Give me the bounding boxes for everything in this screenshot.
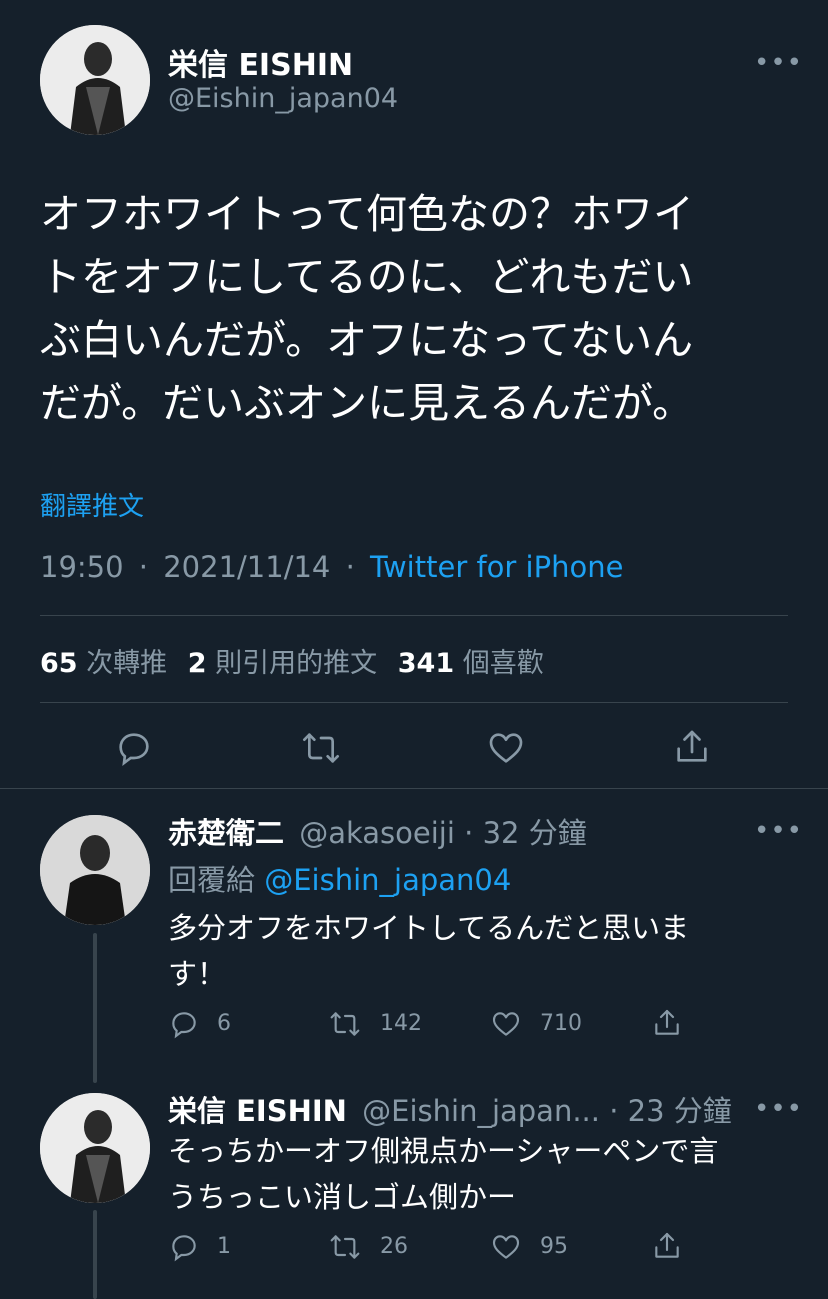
tweet-stats: 65 次轉推 2 則引用的推文 341 個喜歡: [40, 641, 544, 680]
tweet-time[interactable]: 19:50: [40, 550, 124, 584]
reply-author-name[interactable]: 栄信 EISHIN: [168, 1094, 347, 1128]
reply-text-line: す！: [168, 957, 227, 991]
reply-icon[interactable]: [114, 728, 154, 768]
reply-text-line: うちっこい消しゴム側かー: [168, 1180, 517, 1214]
tweet-text: オフホワイトって何色なの？ホワイ トをオフにしてるのに、どれもだい ぶ白いんだが…: [40, 183, 800, 435]
tweet-text-line: だが。だいぶオンに見えるんだが。: [40, 379, 694, 427]
heart-icon[interactable]: [486, 728, 526, 768]
reply-text: そっちかーオフ側視点かーシャーペンで言 うちっこい消しゴム側かー: [168, 1128, 718, 1220]
reply-icon[interactable]: [168, 1008, 200, 1040]
thread-line: [93, 1210, 97, 1299]
quotes-stat[interactable]: 2 則引用的推文: [188, 648, 386, 679]
reply-text-line: そっちかーオフ側視点かーシャーペンで言: [168, 1134, 719, 1168]
reply-header: 赤楚衛二 @akasoeiji · 32 分鐘: [168, 810, 587, 852]
divider: [0, 788, 828, 789]
likes-count: 341: [397, 648, 455, 679]
reply-to-handle[interactable]: @Eishin_japan04: [264, 863, 511, 897]
retweet-count: 142: [380, 1011, 422, 1036]
more-icon[interactable]: •••: [754, 818, 803, 844]
reply-author-name[interactable]: 赤楚衛二: [168, 816, 284, 850]
retweet-icon[interactable]: [328, 1231, 362, 1263]
quotes-count: 2: [187, 648, 207, 679]
more-icon[interactable]: •••: [754, 50, 803, 76]
divider: [40, 615, 788, 616]
more-icon[interactable]: •••: [754, 1096, 803, 1122]
share-icon[interactable]: [672, 726, 712, 768]
tweet-date[interactable]: 2021/11/14: [163, 550, 330, 584]
reply-count: 6: [217, 1011, 231, 1036]
reply-header: 栄信 EISHIN @Eishin_japan... · 23 分鐘: [168, 1088, 732, 1130]
reply-text-line: 多分オフをホワイトしてるんだと思いま: [168, 911, 690, 945]
reply-icon[interactable]: [168, 1231, 200, 1263]
reply-author-avatar[interactable]: [40, 815, 150, 925]
thread-line: [93, 933, 97, 1083]
tweet-text-line: トをオフにしてるのに、どれもだい: [40, 253, 694, 301]
share-icon[interactable]: [651, 1006, 683, 1040]
share-icon[interactable]: [651, 1229, 683, 1263]
heart-icon[interactable]: [490, 1231, 522, 1263]
reply-count: 1: [217, 1234, 231, 1259]
likes-stat[interactable]: 341 個喜歡: [398, 648, 544, 679]
heart-icon[interactable]: [490, 1008, 522, 1040]
author-handle[interactable]: @Eishin_japan04: [168, 83, 398, 114]
tweet-meta: 19:50 · 2021/11/14 · Twitter for iPhone: [40, 550, 623, 584]
likes-label: 個喜歡: [462, 648, 544, 679]
tweet-text-line: ぶ白いんだが。オフになってないん: [40, 316, 694, 364]
reply-to-label: 回覆給: [168, 863, 256, 897]
reply-author-handle[interactable]: @Eishin_japan...: [362, 1094, 600, 1128]
translate-tweet-link[interactable]: 翻譯推文: [40, 486, 144, 523]
reply-author-handle[interactable]: @akasoeiji: [299, 816, 455, 850]
retweets-count: 65: [40, 648, 78, 679]
meta-separator: ·: [345, 550, 355, 584]
reply-to: 回覆給 @Eishin_japan04: [168, 857, 511, 899]
reply-time[interactable]: · 23 分鐘: [609, 1094, 732, 1128]
author-name[interactable]: 栄信 EISHIN: [168, 40, 353, 84]
like-count: 95: [540, 1234, 568, 1259]
reply-time[interactable]: · 32 分鐘: [464, 816, 587, 850]
retweet-count: 26: [380, 1234, 408, 1259]
retweet-icon[interactable]: [300, 728, 342, 768]
divider: [40, 702, 788, 703]
retweet-icon[interactable]: [328, 1008, 362, 1040]
reply-author-avatar[interactable]: [40, 1093, 150, 1203]
tweet-source-link[interactable]: Twitter for iPhone: [370, 550, 623, 584]
quotes-label: 則引用的推文: [215, 648, 378, 679]
like-count: 710: [540, 1011, 582, 1036]
retweets-label: 次轉推: [86, 648, 168, 679]
author-avatar[interactable]: [40, 25, 150, 135]
retweets-stat[interactable]: 65 次轉推: [40, 648, 176, 679]
reply-text: 多分オフをホワイトしてるんだと思いま す！: [168, 905, 689, 997]
tweet-text-line: オフホワイトって何色なの？ホワイ: [40, 190, 694, 238]
meta-separator: ·: [138, 550, 149, 584]
